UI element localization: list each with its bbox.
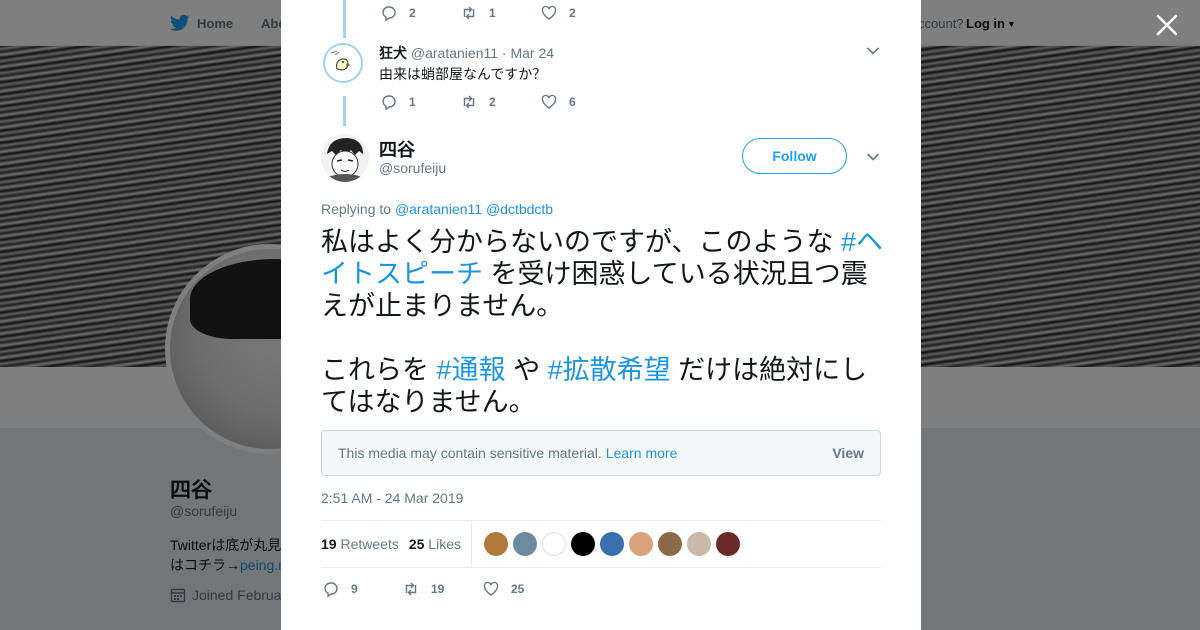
retweet-count: 19	[431, 582, 445, 596]
like-count: 6	[569, 95, 576, 109]
liker-avatar[interactable]	[628, 532, 653, 556]
retweet-action[interactable]: 19	[403, 581, 483, 597]
reply-author-handle[interactable]: @aratanien11	[411, 45, 498, 61]
reply-count: 9	[351, 582, 358, 596]
liker-avatar[interactable]	[657, 532, 682, 556]
tweet-paragraph: 私はよく分からないのですが、このような #ヘイトスピーチ を受け困惑している状況…	[321, 226, 886, 322]
likes-stat-count: 25	[408, 536, 425, 552]
liker-avatar[interactable]	[483, 532, 508, 556]
likes-stat-label: Likes	[428, 536, 461, 552]
heart-icon	[483, 581, 499, 596]
like-action[interactable]: 6	[541, 94, 621, 110]
reply-action[interactable]: 9	[323, 581, 403, 597]
manga-avatar-icon	[321, 134, 369, 182]
hashtag-link[interactable]: #拡散希望	[548, 355, 671, 385]
follow-button[interactable]: Follow	[742, 138, 847, 174]
replying-prefix: Replying to	[321, 201, 392, 217]
reply-count: 1	[409, 95, 416, 109]
replying-to: Replying to @aratanien11 @dctbdctb	[321, 201, 553, 217]
tweet-text-segment: 私はよく分からないのですが、このような	[321, 227, 834, 257]
like-action[interactable]: 2	[541, 5, 621, 21]
reply-author-name[interactable]: 狂犬	[379, 45, 407, 61]
learn-more-link[interactable]: Learn more	[606, 445, 678, 461]
tweet-timestamp[interactable]: 2:51 AM - 24 Mar 2019	[321, 490, 463, 506]
retweet-icon	[463, 95, 475, 109]
tweet-author-avatar[interactable]	[321, 134, 369, 182]
liker-avatar[interactable]	[686, 532, 711, 556]
chevron-down-icon[interactable]	[866, 46, 880, 56]
tweet-text-segment: これらを	[321, 355, 429, 385]
sensitive-media-notice: This media may contain sensitive materia…	[321, 430, 881, 476]
retweet-count: 2	[489, 95, 496, 109]
heart-icon	[541, 5, 557, 20]
mention-link[interactable]: @aratanien11	[395, 201, 482, 217]
retweets-stat-label: Retweets	[340, 536, 399, 552]
reply-header: 狂犬 @aratanien11 · Mar 24	[379, 43, 554, 63]
reply-icon	[324, 582, 338, 597]
reply-avatar[interactable]	[323, 43, 363, 83]
likes-stat[interactable]: 25 Likes	[409, 536, 461, 552]
retweet-icon	[463, 6, 475, 20]
reply-separator: ·	[501, 45, 507, 61]
reply-above-actions: 2 1 2	[381, 5, 621, 21]
like-action[interactable]: 25	[483, 581, 563, 597]
liker-avatar[interactable]	[599, 532, 624, 556]
liker-avatar[interactable]	[715, 532, 740, 556]
liker-avatar[interactable]	[541, 532, 566, 556]
reply-actions: 1 2 6	[381, 94, 621, 110]
thread-line	[343, 0, 346, 38]
sensitive-text: This media may contain sensitive materia…	[338, 445, 602, 461]
liker-avatar[interactable]	[512, 532, 537, 556]
tweet-actions: 9 19 25	[323, 581, 563, 597]
thread-line	[343, 96, 346, 126]
reply-action[interactable]: 2	[381, 5, 461, 21]
retweet-action[interactable]: 2	[461, 94, 541, 110]
view-media-button[interactable]: View	[832, 445, 864, 461]
retweet-count: 1	[489, 6, 496, 20]
heart-icon	[541, 94, 557, 109]
reply-text: 由来は蛸部屋なんですか？	[379, 66, 547, 82]
chevron-down-icon[interactable]	[866, 152, 880, 162]
tweet-modal: 2 1 2 狂犬 @aratanien11 · Mar 24 由来は蛸部屋なんで…	[281, 0, 921, 630]
close-icon[interactable]	[1154, 12, 1180, 38]
tweet-author-handle[interactable]: @sorufeiju	[379, 160, 446, 176]
like-count: 25	[511, 582, 525, 596]
like-count: 2	[569, 6, 576, 20]
hashtag-link[interactable]: #通報	[437, 355, 506, 385]
retweet-icon	[405, 582, 417, 596]
duck-avatar-icon	[325, 45, 361, 81]
reply-date[interactable]: Mar 24	[510, 45, 554, 61]
tweet-stats: 19 Retweets 25 Likes	[321, 520, 881, 568]
liker-avatars	[483, 532, 740, 556]
reply-icon	[382, 6, 396, 21]
tweet-text: 私はよく分からないのですが、このような #ヘイトスピーチ を受け困惑している状況…	[321, 226, 886, 418]
retweets-stat[interactable]: 19 Retweets	[321, 536, 399, 552]
liker-avatar[interactable]	[570, 532, 595, 556]
tweet-author-name[interactable]: 四谷	[379, 136, 415, 162]
retweet-action[interactable]: 1	[461, 5, 541, 21]
reply-icon	[382, 95, 396, 110]
mention-link[interactable]: @dctbdctb	[486, 201, 553, 217]
reply-action[interactable]: 1	[381, 94, 461, 110]
reply-count: 2	[409, 6, 416, 20]
tweet-paragraph: これらを #通報 や #拡散希望 だけは絶対にしてはなりません。	[321, 354, 886, 418]
tweet-text-segment: や	[513, 355, 541, 385]
stats-divider	[470, 520, 472, 568]
retweets-stat-count: 19	[321, 536, 337, 552]
